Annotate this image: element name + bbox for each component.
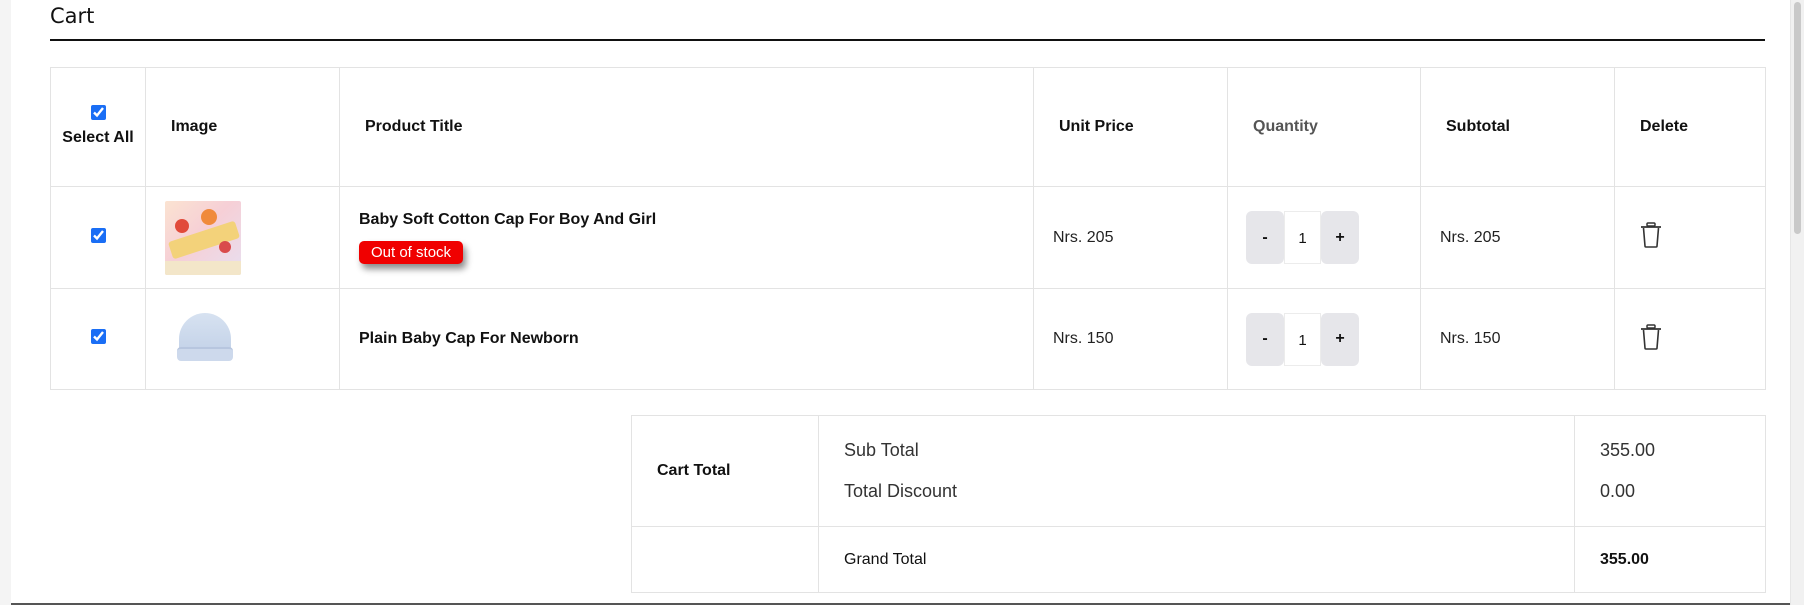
select-all-label: Select All [62,129,134,146]
unit-price: Nrs. 150 [1033,288,1228,390]
row-select-cell [50,186,146,289]
plain-cap-product-thumbnail[interactable] [173,311,239,367]
table-row: Baby Soft Cotton Cap For Boy And Girl Ou… [50,186,1766,289]
product-title[interactable]: Plain Baby Cap For Newborn [359,330,1033,348]
cart-total-label: Cart Total [631,415,819,527]
trash-icon[interactable] [1640,323,1662,350]
scrollbar-thumb[interactable] [1794,2,1801,234]
header-subtotal: Subtotal [1420,67,1615,187]
sub-total-label: Sub Total [844,440,919,460]
left-gutter [0,0,11,605]
row-image-cell [145,186,340,289]
table-header-row: Select All Image Product Title Unit Pric… [50,67,1766,187]
out-of-stock-badge: Out of stock [359,241,464,264]
product-title[interactable]: Baby Soft Cotton Cap For Boy And Girl [359,211,1033,229]
grand-total-empty-cell [631,526,819,593]
row-select-cell [50,288,146,390]
select-all-checkbox[interactable] [90,105,106,120]
header-image: Image [145,67,340,187]
total-discount-label: Total Discount [844,481,958,501]
row-checkbox[interactable] [90,227,106,243]
scrollbar[interactable] [1790,0,1804,605]
row-delete-cell [1614,288,1766,390]
row-quantity-cell: - 1 + [1227,288,1421,390]
increase-quantity-button[interactable]: + [1321,211,1359,264]
row-subtotal: Nrs. 205 [1420,186,1615,289]
unit-price: Nrs. 205 [1033,186,1228,289]
quantity-stepper: - 1 + [1246,312,1420,366]
row-title-cell: Plain Baby Cap For Newborn [339,288,1034,390]
header-delete: Delete [1614,67,1766,187]
row-title-cell: Baby Soft Cotton Cap For Boy And Girl Ou… [339,186,1034,289]
title-divider [50,39,1765,41]
cart-totals-table: Cart Total Sub Total Total Discount 355.… [631,415,1766,593]
totals-values-cell: 355.00 0.00 [1574,415,1766,527]
trash-icon[interactable] [1640,222,1662,248]
cart-table: Select All Image Product Title Unit Pric… [50,67,1766,390]
grand-total-label: Grand Total [818,526,1575,593]
table-row: Plain Baby Cap For Newborn Nrs. 150 - 1 … [50,288,1766,390]
totals-summary-row: Cart Total Sub Total Total Discount 355.… [631,415,1766,527]
increase-quantity-button[interactable]: + [1321,312,1359,366]
total-discount-value: 0.00 [1600,481,1636,501]
decrease-quantity-button[interactable]: - [1246,211,1284,264]
grand-total-value: 355.00 [1574,526,1766,593]
header-select-all: Select All [50,67,146,187]
grand-total-row: Grand Total 355.00 [631,526,1766,593]
header-product-title: Product Title [339,67,1034,187]
row-image-cell [145,288,340,390]
row-checkbox[interactable] [90,329,106,344]
quantity-stepper: - 1 + [1246,211,1420,264]
decrease-quantity-button[interactable]: - [1246,312,1284,366]
quantity-value[interactable]: 1 [1284,211,1321,264]
sub-total-value: 355.00 [1600,440,1656,460]
header-quantity: Quantity [1227,67,1421,187]
page-title: Cart [50,4,95,28]
quantity-value[interactable]: 1 [1284,312,1321,366]
header-unit-price: Unit Price [1033,67,1228,187]
row-subtotal: Nrs. 150 [1420,288,1615,390]
row-delete-cell [1614,186,1766,289]
baby-cap-product-thumbnail[interactable] [165,200,241,275]
row-quantity-cell: - 1 + [1227,186,1421,289]
totals-labels-cell: Sub Total Total Discount [818,415,1575,527]
